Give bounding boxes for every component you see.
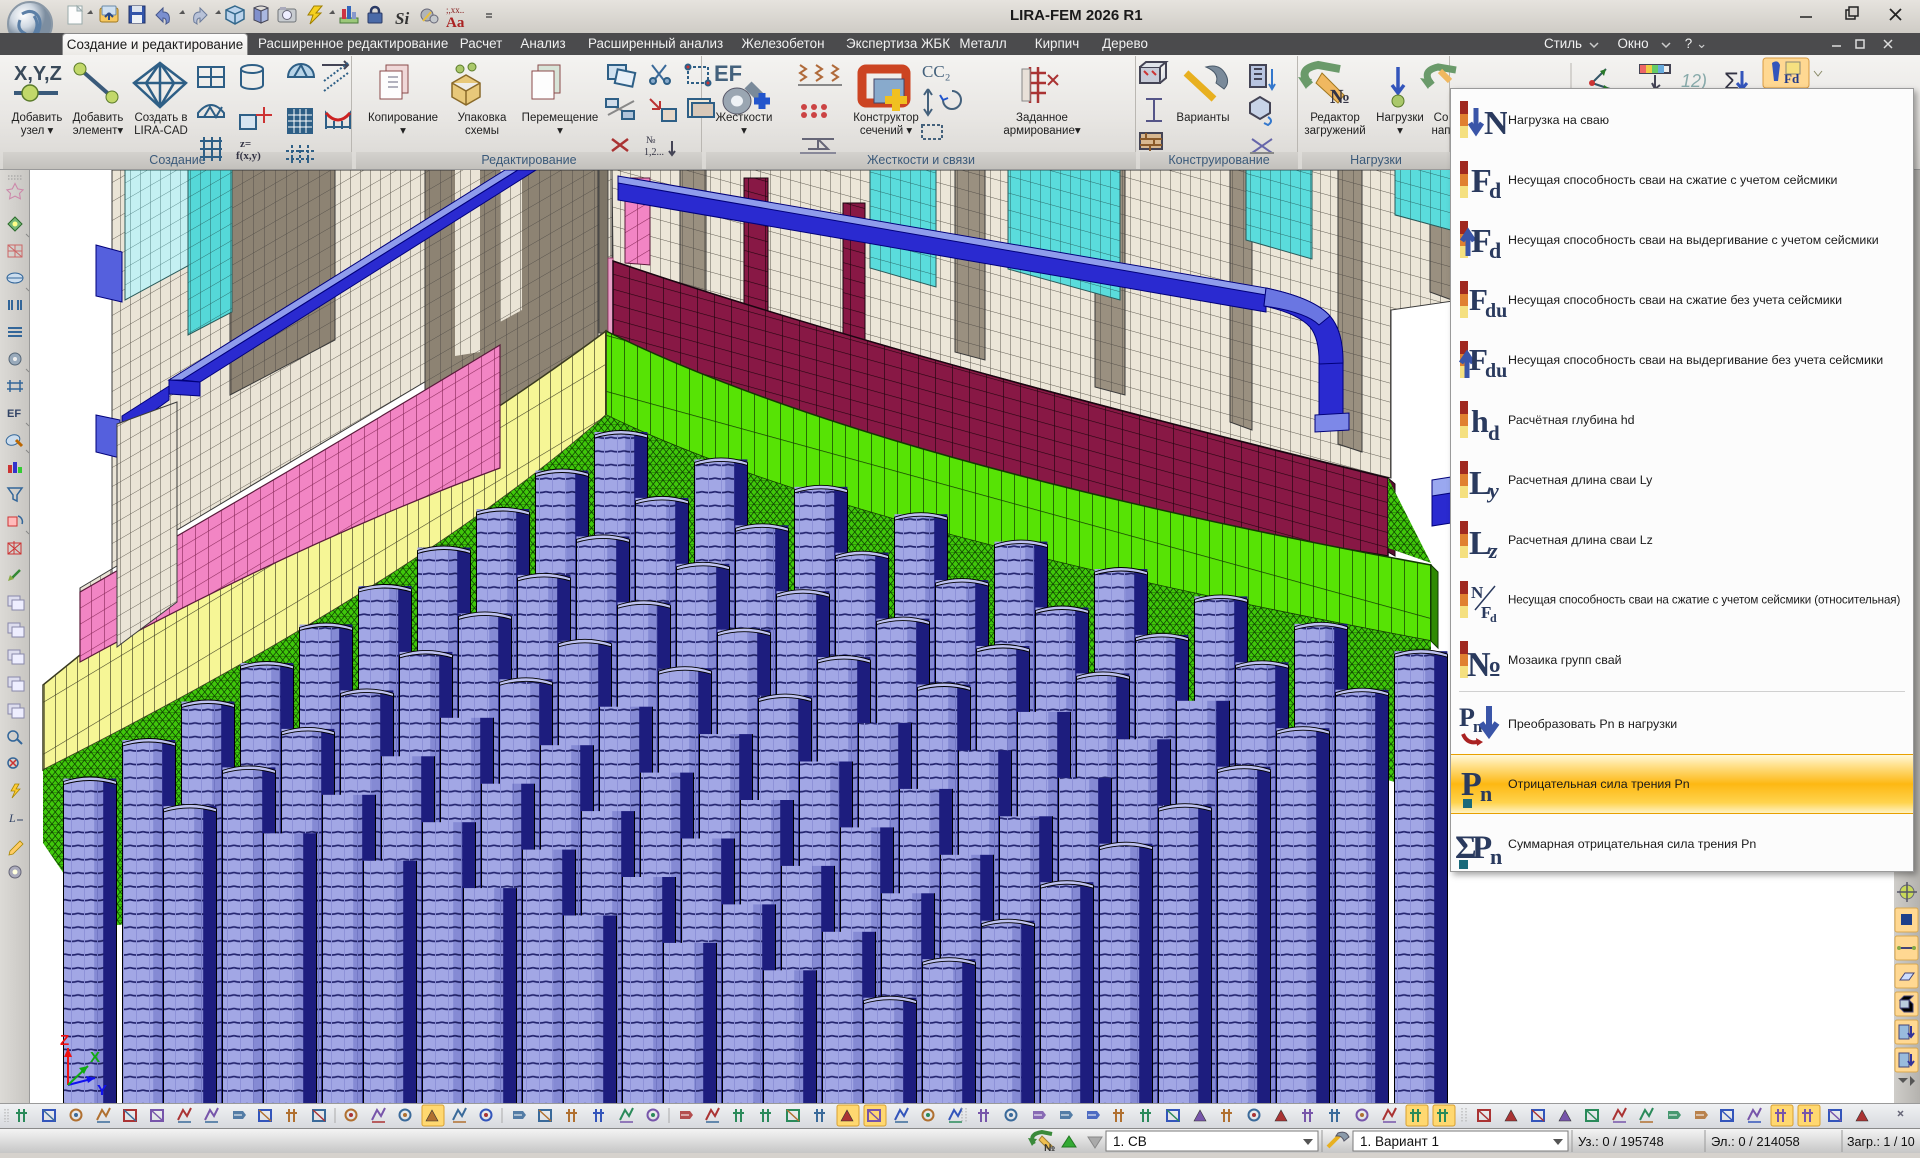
svg-text:1. Вариант 1: 1. Вариант 1 <box>1360 1134 1439 1149</box>
svg-text:EF: EF <box>714 61 742 86</box>
svg-text:d: d <box>1489 238 1501 263</box>
svg-text:Y: Y <box>97 1082 107 1099</box>
svg-text:L: L <box>8 811 16 825</box>
svg-text:Загр.: 1 / 10: Загр.: 1 / 10 <box>1847 1135 1915 1149</box>
svg-text:Fd: Fd <box>1784 71 1800 86</box>
svg-text:EF: EF <box>7 408 21 420</box>
svg-text:f(x,y): f(x,y) <box>236 150 261 162</box>
svg-text:Уз.: 0 / 195748: Уз.: 0 / 195748 <box>1578 1134 1664 1149</box>
svg-text:du: du <box>1485 300 1507 322</box>
svg-text:X: X <box>90 1049 100 1066</box>
svg-text:d: d <box>1490 611 1497 625</box>
svg-text:N: N <box>1484 105 1507 142</box>
svg-text:№: № <box>646 135 656 146</box>
svg-text:;,xx..: ;,xx.. <box>446 5 464 15</box>
svg-text:CC₂: CC₂ <box>922 62 951 81</box>
svg-text:№: № <box>1044 1143 1055 1153</box>
svg-text:h: h <box>1471 403 1489 439</box>
svg-text:1. СВ: 1. СВ <box>1113 1134 1147 1149</box>
svg-text:P: P <box>1461 766 1482 803</box>
svg-text:№: № <box>1467 645 1502 684</box>
svg-text:X,Y,Z: X,Y,Z <box>14 63 62 85</box>
svg-text:z: z <box>1488 538 1498 563</box>
svg-text:Эл.: 0 / 214058: Эл.: 0 / 214058 <box>1711 1134 1800 1149</box>
svg-text:d: d <box>1489 178 1501 203</box>
svg-text:Z: Z <box>60 1032 69 1049</box>
svg-text:Aa: Aa <box>446 15 465 31</box>
svg-text:z=: z= <box>240 138 251 150</box>
svg-text:d: d <box>1488 421 1500 445</box>
svg-text:№: № <box>1330 86 1350 108</box>
svg-text:1,2...: 1,2... <box>644 147 664 158</box>
svg-text:N: N <box>1471 583 1484 602</box>
svg-text:n: n <box>1490 844 1502 869</box>
svg-text:Si: Si <box>395 9 409 28</box>
svg-text:n: n <box>1480 781 1492 806</box>
svg-text:du: du <box>1485 360 1507 382</box>
